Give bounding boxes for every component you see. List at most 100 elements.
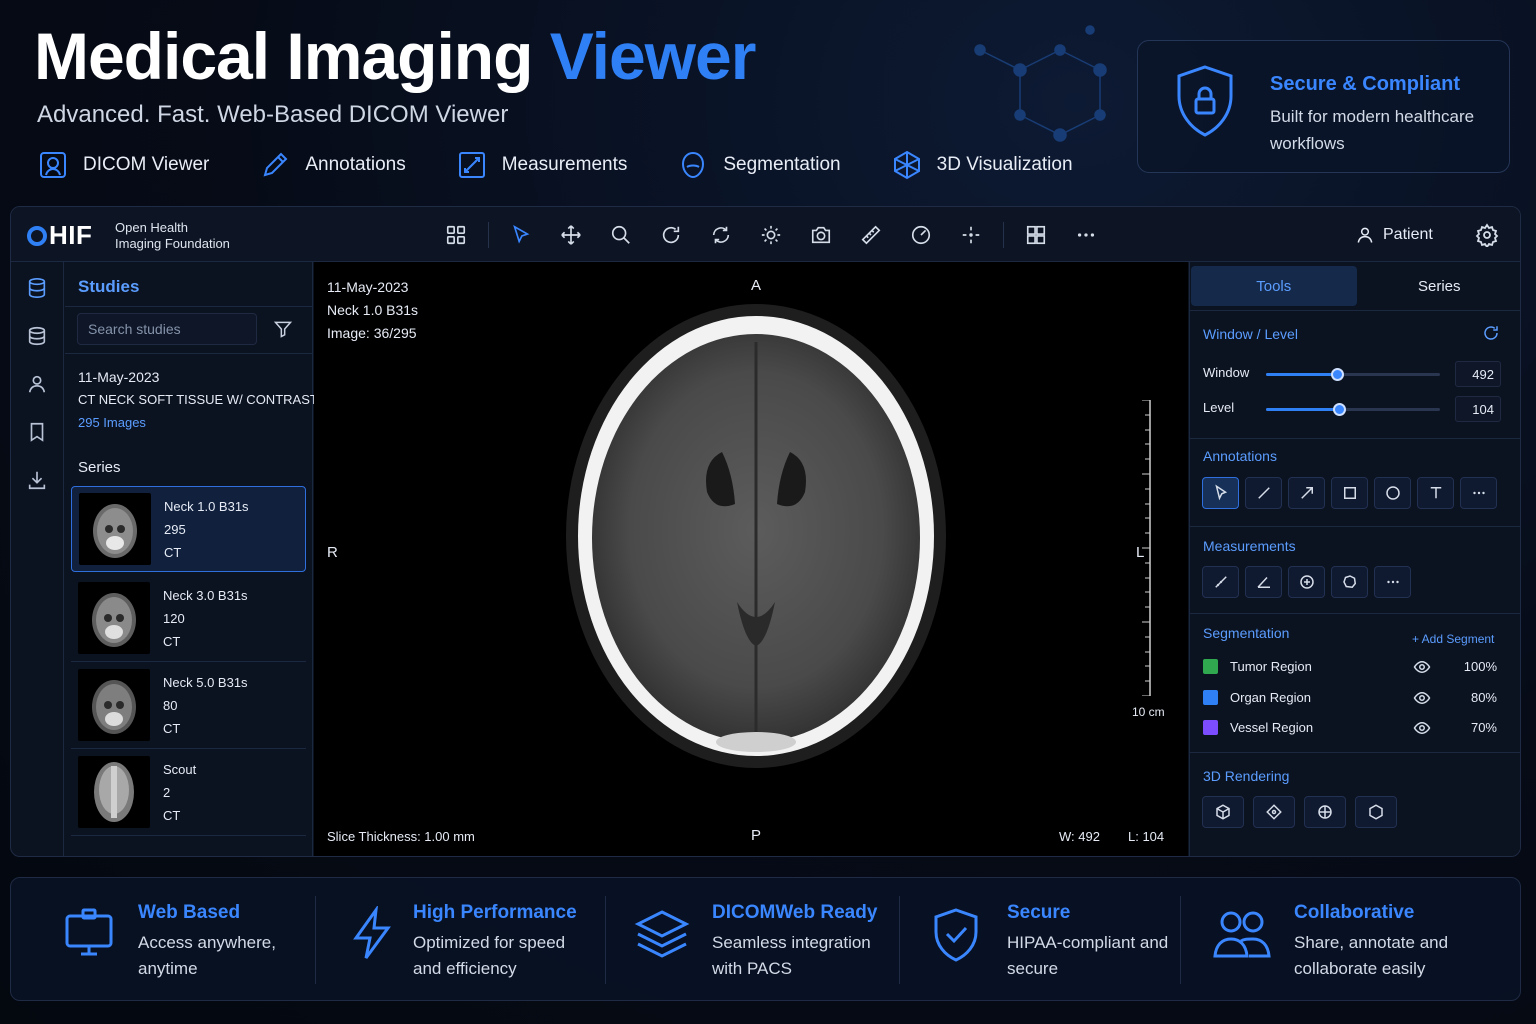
slice-thickness: Slice Thickness: 1.00 mm xyxy=(327,829,475,844)
panel-tabs: Tools Series xyxy=(1190,266,1521,306)
hero-title-accent: Viewer xyxy=(549,19,757,93)
ruler-icon xyxy=(1214,576,1227,588)
annotate-select-button[interactable] xyxy=(1202,477,1239,509)
level-slider[interactable] xyxy=(1266,403,1440,416)
series-count: 2 xyxy=(163,785,171,800)
layout-button[interactable] xyxy=(438,217,474,253)
pan-button[interactable] xyxy=(553,217,589,253)
benefit-text: HIPAA-compliant and secure xyxy=(1007,933,1169,978)
crosshair-icon xyxy=(962,226,980,244)
cube-icon xyxy=(893,150,920,180)
series-thumbnail xyxy=(78,756,150,828)
series-item[interactable]: Neck 5.0 B31s 80 CT xyxy=(71,663,306,749)
series-item[interactable]: Scout 2 CT xyxy=(71,750,306,836)
annotate-arrow-button[interactable] xyxy=(1288,477,1325,509)
gauge-button[interactable] xyxy=(903,217,939,253)
database-icon xyxy=(28,278,46,298)
measure-length-button[interactable] xyxy=(1202,566,1239,598)
segment-color-swatch[interactable] xyxy=(1203,690,1218,705)
series-thumbnail xyxy=(79,493,151,565)
pointer-button[interactable] xyxy=(503,217,539,253)
user-icon xyxy=(1357,227,1373,243)
series-modality: CT xyxy=(164,545,182,560)
brightness-button[interactable] xyxy=(753,217,789,253)
render-surface-button[interactable] xyxy=(1304,796,1346,828)
window-slider-knob[interactable] xyxy=(1331,368,1345,381)
measure-roi-button[interactable] xyxy=(1331,566,1368,598)
measurement-tools xyxy=(1202,566,1417,598)
level-slider-knob[interactable] xyxy=(1333,403,1347,416)
render-hexagon-button[interactable] xyxy=(1355,796,1397,828)
annotate-text-button[interactable] xyxy=(1417,477,1454,509)
window-value-input[interactable]: 492 xyxy=(1455,361,1501,387)
measure-more-button[interactable] xyxy=(1374,566,1411,598)
secure-card-title: Secure & Compliant xyxy=(1270,73,1461,95)
search-studies-input[interactable]: Search studies xyxy=(77,313,257,345)
render-mip-button[interactable] xyxy=(1253,796,1295,828)
study-date[interactable]: 11-May-2023 xyxy=(78,369,159,385)
bookmark-icon xyxy=(30,422,44,442)
window-readout: W: 492 xyxy=(1059,829,1100,844)
zoom-button[interactable] xyxy=(603,217,639,253)
series-item[interactable]: Neck 3.0 B31s 120 CT xyxy=(71,576,306,662)
rail-download-button[interactable] xyxy=(23,466,51,494)
lightning-icon xyxy=(353,906,391,959)
image-viewport[interactable]: 11-May-2023 Neck 1.0 B31s Image: 36/295 … xyxy=(314,262,1188,856)
level-label: Level xyxy=(1203,400,1235,415)
annotate-line-button[interactable] xyxy=(1245,477,1282,509)
eye-icon[interactable] xyxy=(1413,719,1431,737)
reset-button[interactable] xyxy=(703,217,739,253)
refresh-icon[interactable] xyxy=(1482,324,1500,342)
segment-row[interactable]: Organ Region 80% xyxy=(1203,686,1503,710)
add-segment-button[interactable]: + Add Segment xyxy=(1412,632,1494,646)
crosshair-button[interactable] xyxy=(953,217,989,253)
series-modality: CT xyxy=(163,634,181,649)
gear-icon[interactable] xyxy=(1475,223,1499,247)
more-icon xyxy=(1472,491,1485,495)
studies-panel: Studies Search studies 11-May-2023 CT NE… xyxy=(65,262,318,856)
annotate-rectangle-button[interactable] xyxy=(1331,477,1368,509)
filter-icon[interactable] xyxy=(273,319,293,339)
ohif-logo[interactable]: HIF xyxy=(27,220,92,251)
rail-data-button[interactable] xyxy=(23,322,51,350)
eye-icon[interactable] xyxy=(1413,689,1431,707)
study-description[interactable]: CT NECK SOFT TISSUE W/ CONTRAST xyxy=(78,392,318,407)
rail-studies-button[interactable] xyxy=(23,274,51,302)
benefits-bar: Web Based Access anywhere, anytime High … xyxy=(10,877,1521,1001)
angle-icon xyxy=(1256,576,1270,588)
benefit-text: Share, annotate and collaborate easily xyxy=(1294,933,1449,978)
gauge-icon xyxy=(911,225,931,245)
benefit-title: DICOMWeb Ready xyxy=(712,902,878,923)
level-value-input[interactable]: 104 xyxy=(1455,396,1501,422)
window-slider[interactable] xyxy=(1266,368,1440,381)
tab-tools[interactable]: Tools xyxy=(1191,266,1357,306)
rotate-button[interactable] xyxy=(653,217,689,253)
ruler-button[interactable] xyxy=(853,217,889,253)
left-nav-rail xyxy=(11,262,64,856)
measure-angle-button[interactable] xyxy=(1245,566,1282,598)
probe-icon xyxy=(1299,575,1314,589)
rail-bookmark-button[interactable] xyxy=(23,418,51,446)
camera-button[interactable] xyxy=(803,217,839,253)
annotate-ellipse-button[interactable] xyxy=(1374,477,1411,509)
segment-color-swatch[interactable] xyxy=(1203,720,1218,735)
render-volume-button[interactable] xyxy=(1202,796,1244,828)
more-button[interactable] xyxy=(1068,217,1104,253)
grid-button[interactable] xyxy=(1018,217,1054,253)
patient-button[interactable]: Patient xyxy=(1355,220,1433,250)
reset-icon xyxy=(712,226,730,244)
annotations-title: Annotations xyxy=(1203,448,1277,464)
measure-probe-button[interactable] xyxy=(1288,566,1325,598)
segment-color-swatch[interactable] xyxy=(1203,659,1218,674)
feature-label: Segmentation xyxy=(723,154,841,175)
segment-row[interactable]: Tumor Region 100% xyxy=(1203,655,1503,679)
more-icon xyxy=(1386,580,1399,584)
annotate-more-button[interactable] xyxy=(1460,477,1497,509)
tab-series[interactable]: Series xyxy=(1357,266,1521,306)
rail-patient-button[interactable] xyxy=(23,370,51,398)
eye-icon[interactable] xyxy=(1413,658,1431,676)
divider xyxy=(1190,613,1520,614)
segment-row[interactable]: Vessel Region 70% xyxy=(1203,716,1503,740)
segment-name: Organ Region xyxy=(1230,690,1311,705)
series-item[interactable]: Neck 1.0 B31s 295 CT xyxy=(71,486,306,572)
